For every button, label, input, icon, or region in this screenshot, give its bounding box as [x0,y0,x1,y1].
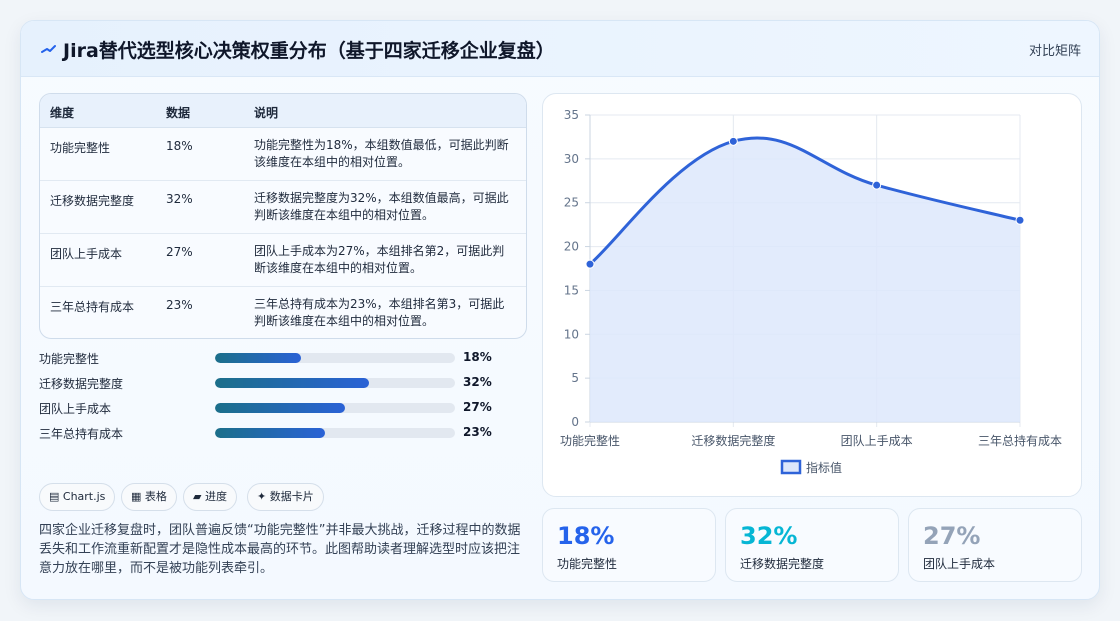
table-cell-note: 功能完整性为18%，本组数值最低，可据此判断该维度在本组中的相对位置。 [254,138,509,169]
table-cell-dimension: 功能完整性 [50,141,111,155]
y-tick-label: 30 [564,152,579,166]
table-cell-value: 32% [166,192,193,206]
dashboard-card: Jira替代选型核心决策权重分布（基于四家迁移企业复盘） 对比矩阵 维度 数据 … [20,20,1100,600]
data-point [728,136,738,146]
table-cell-dimension: 迁移数据完整度 [50,194,135,208]
stat-label: 功能完整性 [557,557,618,571]
progress-label: 团队上手成本 [39,402,112,416]
progress-fill [215,353,302,363]
y-tick-label: 35 [564,108,579,122]
stat-value: 27% [923,522,981,550]
stat-label: 团队上手成本 [923,557,996,571]
area-chart: 0 5 10 15 20 25 30 35 功能完整性 迁移数据完整度 团队上手成本 三年总持有成本指… [560,108,1062,475]
progress-fill [215,428,326,438]
page-title: Jira替代选型核心决策权重分布（基于四家迁移企业复盘） [63,40,555,62]
table-cell-value: 27% [166,245,193,259]
data-point [1015,215,1025,225]
progress-label: 三年总持有成本 [39,427,124,441]
table-header: 维度 数据 说明 [40,94,526,128]
progress-track [215,428,455,438]
table-row: 功能完整性 18% 功能完整性为18%，本组数值最低，可据此判断该维度在本组中的… [40,128,526,181]
pulse-icon [41,45,56,53]
compare-matrix-link[interactable]: 对比矩阵 [1029,40,1081,59]
table-cell-note: 迁移数据完整度为32%，本组数值最高，可据此判断该维度在本组中的相对位置。 [254,191,509,222]
x-tick-label: 三年总持有成本 [978,433,1062,448]
progress-row: 功能完整性 18% [39,347,509,367]
progress-label: 功能完整性 [39,352,100,366]
progress-value: 23% [463,425,492,439]
progress-row: 团队上手成本 27% [39,397,509,417]
column-header-dimension: 维度 [50,106,75,120]
x-tick-label: 团队上手成本 [841,433,913,448]
chip-progress[interactable]: ▰ 进度 [183,483,237,511]
table-cell-value: 18% [166,139,193,153]
chart-panel: 0 5 10 15 20 25 30 35 功能完整性 迁移数据完整度 团队上手成本 三年总持有成本指… [542,93,1082,497]
progress-row: 迁移数据完整度 32% [39,372,509,392]
stat-label: 迁移数据完整度 [740,557,825,571]
stat-card: 32% 迁移数据完整度 [725,508,899,582]
table-cell-dimension: 团队上手成本 [50,247,123,261]
column-header-note: 说明 [254,106,279,120]
data-point [872,180,882,190]
x-tick-label: 功能完整性 [560,433,620,448]
progress-value: 18% [463,350,492,364]
column-header-value: 数据 [166,106,191,120]
stat-value: 18% [557,522,615,550]
header: Jira替代选型核心决策权重分布（基于四家迁移企业复盘） 对比矩阵 [21,21,1099,77]
data-table: 维度 数据 说明 功能完整性 18% 功能完整性为18%，本组数值最低，可据此判… [39,93,527,339]
table-cell-note: 三年总持有成本为23%，本组排名第3，可据此判断该维度在本组中的相对位置。 [254,297,505,328]
progress-value: 32% [463,375,492,389]
progress-track [215,353,455,363]
x-tick-label: 迁移数据完整度 [691,433,775,448]
chip-table[interactable]: ▦ 表格 [121,483,177,511]
progress-fill [215,378,369,388]
description-text: 四家企业迁移复盘时，团队普遍反馈“功能完整性”并非最大挑战，迁移过程中的数据丢失… [39,523,521,576]
table-cell-dimension: 三年总持有成本 [50,300,135,314]
table-cell-note: 团队上手成本为27%，本组排名第2，可据此判断该维度在本组中的相对位置。 [254,244,505,275]
table-row: 迁移数据完整度 32% 迁移数据完整度为32%，本组数值最高，可据此判断该维度在… [40,181,526,234]
chip-data-card[interactable]: ✦ 数据卡片 [247,483,324,511]
legend-label: 指标值 [806,460,842,475]
stat-card: 18% 功能完整性 [542,508,716,582]
progress-track [215,378,455,388]
progress-label: 迁移数据完整度 [39,377,124,391]
chip-chartjs[interactable]: ▤ Chart.js [39,483,116,511]
y-tick-label: 10 [564,327,579,341]
progress-value: 27% [463,400,492,414]
y-tick-label: 25 [564,196,579,210]
y-tick-label: 20 [564,240,579,254]
table-row: 团队上手成本 27% 团队上手成本为27%，本组排名第2，可据此判断该维度在本组… [40,234,526,287]
legend-swatch [780,459,802,475]
stat-value: 32% [740,522,798,550]
progress-row: 三年总持有成本 23% [39,422,509,442]
data-point [585,259,595,269]
progress-fill [215,403,345,413]
y-tick-label: 15 [564,283,579,297]
y-tick-label: 5 [571,371,579,385]
series-area [590,137,1020,422]
table-row: 三年总持有成本 23% 三年总持有成本为23%，本组排名第3，可据此判断该维度在… [40,287,526,338]
y-tick-label: 0 [571,415,579,429]
progress-track [215,403,455,413]
stat-card: 27% 团队上手成本 [908,508,1082,582]
table-cell-value: 23% [166,298,193,312]
